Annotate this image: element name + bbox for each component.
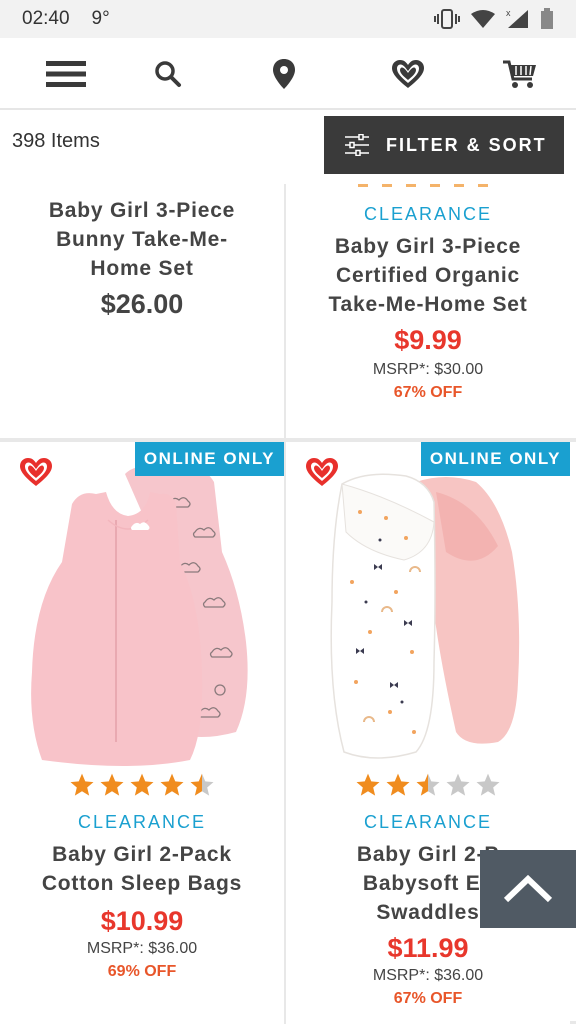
clearance-tag: CLEARANCE [77,812,207,832]
star-icon [190,773,214,796]
product-name-line: Baby Girl 3-Piece [48,199,236,222]
product-card[interactable]: CLEARANCE Baby Girl 3-Piece Certified Or… [286,184,570,438]
signal-icon: x [506,8,528,28]
results-bar: 398 Items FILTER & SORT [0,110,576,184]
online-only-badge: ONLINE ONLY [420,442,570,476]
product-price: $26.00 [100,289,184,319]
star-icon [416,773,440,796]
sliders-icon [345,134,369,156]
online-only-badge: ONLINE ONLY [134,442,284,476]
search-button[interactable] [146,54,190,94]
heart-icon [306,458,338,486]
product-msrp: MSRP*: $30.00 [372,361,484,378]
product-discount: 67% OFF [393,990,463,1007]
favorite-button[interactable] [18,456,54,493]
menu-button[interactable] [44,54,88,94]
star-icon [100,773,124,796]
product-name-line: Baby Girl 2-Pack [52,843,232,866]
location-pin-icon [273,59,295,89]
product-sale-price: $11.99 [387,933,469,963]
product-card[interactable]: Baby Girl 3-Piece Bunny Take-Me- Home Se… [0,184,284,438]
product-sale-price: $9.99 [394,325,462,355]
product-msrp: MSRP*: $36.00 [86,940,198,957]
heart-icon [392,60,424,88]
product-discount: 67% OFF [393,384,463,401]
clearance-tag: CLEARANCE [363,812,493,832]
heart-icon [20,458,52,486]
product-sale-price: $10.99 [100,906,184,936]
star-icon [356,773,380,796]
top-nav [0,38,576,110]
rating-stars [0,772,284,802]
battery-icon [541,8,553,29]
product-name-line: Bunny Take-Me- [56,228,228,251]
wishlist-button[interactable] [386,54,430,94]
product-name[interactable]: Baby Girl 3-Piece Certified Organic Take… [286,232,570,319]
cart-button[interactable] [498,54,542,94]
star-icon [70,773,94,796]
star-icon [160,773,184,796]
search-icon [155,61,181,87]
store-locator-button[interactable] [262,54,306,94]
item-count: 398 Items [12,130,100,152]
star-icon [476,773,500,796]
product-discount: 69% OFF [107,963,177,980]
product-name-line: Baby Girl 3-Piece [334,235,522,258]
product-name[interactable]: Baby Girl 3-Piece Bunny Take-Me- Home Se… [0,196,284,283]
menu-icon [46,61,86,87]
filter-sort-label: FILTER & SORT [386,134,547,155]
product-card[interactable]: ONLINE ONLY CLEARANCE Baby Girl 2-P Baby… [286,442,570,1024]
scroll-to-top-button[interactable] [480,850,576,928]
filter-sort-button[interactable]: FILTER & SORT [324,116,564,174]
status-temp: 9° [91,8,110,29]
product-name-line: Certified Organic [336,264,520,287]
rating-stars [286,772,570,802]
cart-icon [503,60,536,88]
favorite-button[interactable] [304,456,340,493]
clearance-tag: CLEARANCE [363,204,493,224]
status-time: 02:40 [22,8,70,29]
star-icon [386,773,410,796]
product-image[interactable]: ONLINE ONLY [0,442,284,772]
star-icon [130,773,154,796]
svg-text:x: x [506,8,511,18]
product-msrp: MSRP*: $36.00 [372,967,484,984]
product-image[interactable]: ONLINE ONLY [286,442,570,772]
star-icon [446,773,470,796]
chevron-up-icon [503,875,553,903]
product-name-line: Home Set [90,257,194,280]
vibrate-icon [434,9,460,29]
product-card[interactable]: ONLINE ONLY CLEARANCE Baby Girl 2-Pack C… [0,442,284,1024]
status-bar: 02:40 9° x [0,0,576,38]
product-name[interactable]: Baby Girl 2-Pack Cotton Sleep Bags [0,840,284,898]
product-name-line: Take-Me-Home Set [328,293,528,316]
product-name-line: Cotton Sleep Bags [41,872,243,895]
wifi-icon [471,10,495,28]
